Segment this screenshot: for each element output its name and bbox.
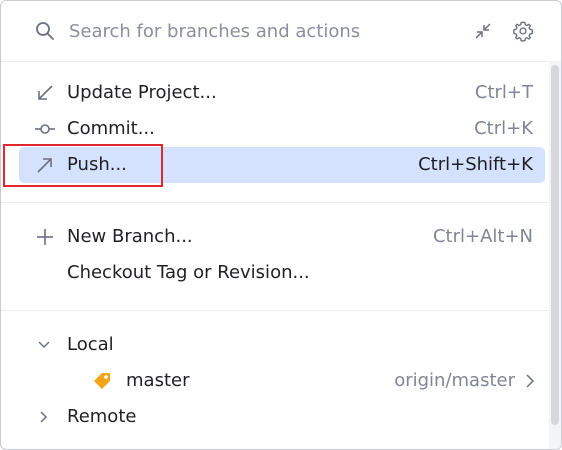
update-project-shortcut: Ctrl+T [474, 82, 533, 103]
chevron-right-icon [40, 411, 48, 423]
arrow-down-left-icon [38, 85, 53, 100]
scrollbar-thumb[interactable] [551, 65, 559, 425]
push-item[interactable]: Push... Ctrl+Shift+K [19, 147, 545, 183]
search-bar [1, 1, 561, 61]
commit-item[interactable]: Commit... Ctrl+K [19, 111, 545, 147]
tree-node-local[interactable]: Local [19, 327, 545, 363]
checkout-tag-label: Checkout Tag or Revision... [67, 262, 310, 283]
chevron-right-icon[interactable] [523, 373, 537, 389]
update-project-label: Update Project... [67, 82, 217, 103]
branches-popup: Update Project... Ctrl+T Commit... Ctrl+… [0, 0, 562, 450]
divider [1, 202, 549, 203]
plus-icon [37, 229, 53, 245]
tree-node-remote[interactable]: Remote [19, 399, 545, 435]
checkout-tag-item[interactable]: Checkout Tag or Revision... [19, 255, 545, 291]
tracking-branch-label: origin/master [394, 370, 515, 391]
push-label: Push... [67, 154, 127, 175]
new-branch-shortcut: Ctrl+Alt+N [432, 226, 533, 247]
update-project-item[interactable]: Update Project... Ctrl+T [19, 75, 545, 111]
tag-icon [94, 373, 110, 389]
commit-label: Commit... [67, 118, 155, 139]
push-shortcut: Ctrl+Shift+K [418, 154, 533, 175]
remote-label: Remote [67, 406, 137, 427]
collapse-arrows-icon[interactable] [473, 21, 493, 41]
divider [1, 61, 549, 62]
branch-item-master[interactable]: master origin/master [19, 363, 545, 399]
search-icon [36, 22, 54, 40]
arrow-up-right-icon [37, 158, 52, 173]
master-label: master [126, 370, 190, 391]
gear-icon[interactable] [512, 20, 534, 42]
new-branch-label: New Branch... [67, 226, 193, 247]
chevron-down-icon [38, 341, 50, 349]
local-label: Local [67, 334, 114, 355]
search-input[interactable] [69, 17, 449, 45]
new-branch-item[interactable]: New Branch... Ctrl+Alt+N [19, 219, 545, 255]
commit-shortcut: Ctrl+K [474, 118, 533, 139]
divider [1, 310, 549, 311]
commit-icon [35, 124, 55, 134]
